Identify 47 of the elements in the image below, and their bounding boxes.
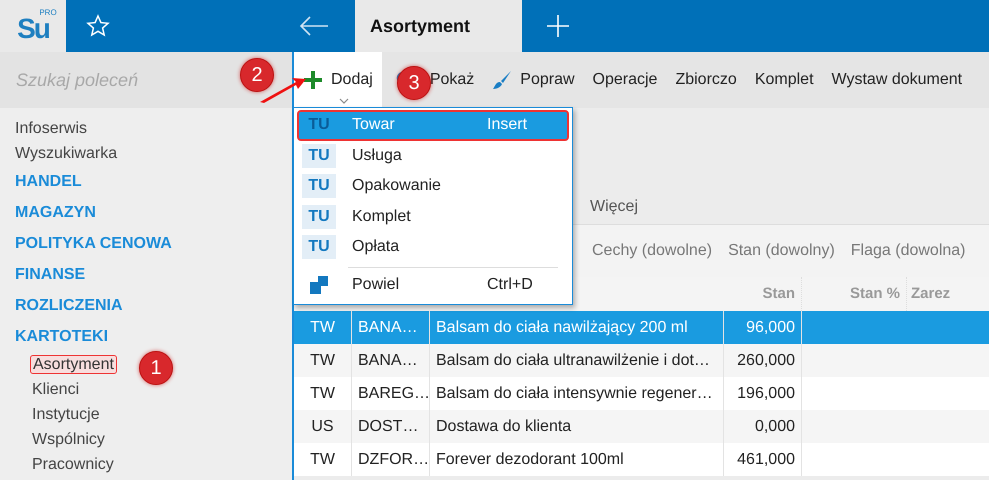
- plus-icon: [303, 70, 323, 90]
- toolbar-button[interactable]: Zbiorczo: [666, 52, 746, 108]
- table-cell: DZFOR…: [352, 443, 430, 476]
- sidebar-item[interactable]: Asortyment: [30, 355, 117, 374]
- filter-dropdown[interactable]: Stan (dowolny): [720, 239, 843, 263]
- table-row[interactable]: TW BANA… Balsam do ciała ultranawilżenie i dot… 260,000: [294, 344, 989, 377]
- add-tab-icon[interactable]: [546, 14, 570, 38]
- table-row[interactable]: US DOST… Dostawa do klienta 0,000: [294, 410, 989, 443]
- toolbar-button[interactable]: Popraw: [483, 52, 584, 108]
- sidebar-item[interactable]: Infoserwis: [0, 116, 292, 141]
- star-icon[interactable]: [86, 14, 110, 38]
- type-label: TU: [302, 144, 336, 168]
- sidebar-item[interactable]: Wyszukiwarka: [0, 141, 292, 166]
- menu-item[interactable]: Powiel Ctrl+D: [297, 270, 569, 300]
- sidebar-item[interactable]: Wspólnicy: [30, 431, 107, 448]
- type-label: TU: [307, 115, 331, 136]
- brush-icon: [492, 70, 512, 90]
- type-label: TU: [302, 235, 336, 260]
- toolbar-button[interactable]: Dodaj: [294, 52, 382, 108]
- menu-item[interactable]: TU Opłata: [297, 232, 569, 262]
- filter-dropdown[interactable]: Cechy (dowolne): [584, 239, 720, 263]
- table-cell: 461,000: [724, 443, 802, 476]
- logo-badge-text: PRO: [39, 9, 57, 17]
- table-cell: TW: [294, 443, 352, 476]
- toolbar-button[interactable]: Operacje: [584, 52, 666, 108]
- toolbar-button[interactable]: Wystaw dokument: [822, 52, 972, 108]
- sidebar-item[interactable]: Instytucje: [30, 406, 102, 423]
- back-arrow-icon[interactable]: [299, 15, 329, 37]
- sidebar-item[interactable]: Klienci: [30, 381, 82, 398]
- tab[interactable]: Asortyment: [355, 0, 522, 52]
- shortcut-text: Ctrl+D: [487, 274, 534, 295]
- menu-item[interactable]: TU Usługa: [297, 140, 569, 171]
- menu-item[interactable]: TU Opakowanie: [297, 171, 569, 202]
- type-label: TU: [302, 204, 336, 229]
- tab[interactable]: Więcej: [584, 194, 644, 220]
- filter-dropdown[interactable]: Flaga (dowolna): [842, 239, 974, 263]
- menu-item[interactable]: TU Komplet: [297, 202, 569, 232]
- duplicate-icon: [309, 274, 329, 295]
- sidebar-item[interactable]: Pracownicy: [30, 456, 116, 473]
- caret-icon: [339, 98, 349, 104]
- table-cell: Forever dezodorant 100ml: [430, 443, 724, 476]
- logo-text: Su: [17, 15, 49, 43]
- table-row[interactable]: TW BAREG… Balsam do ciała intensywnie regener… 196,000: [294, 377, 989, 410]
- toolbar-button[interactable]: Komplet: [746, 52, 823, 108]
- shortcut-text: Insert: [487, 115, 528, 136]
- type-label: TU: [302, 174, 336, 198]
- table-row[interactable]: TW DZFOR… Forever dezodorant 100ml 461,000: [294, 443, 989, 476]
